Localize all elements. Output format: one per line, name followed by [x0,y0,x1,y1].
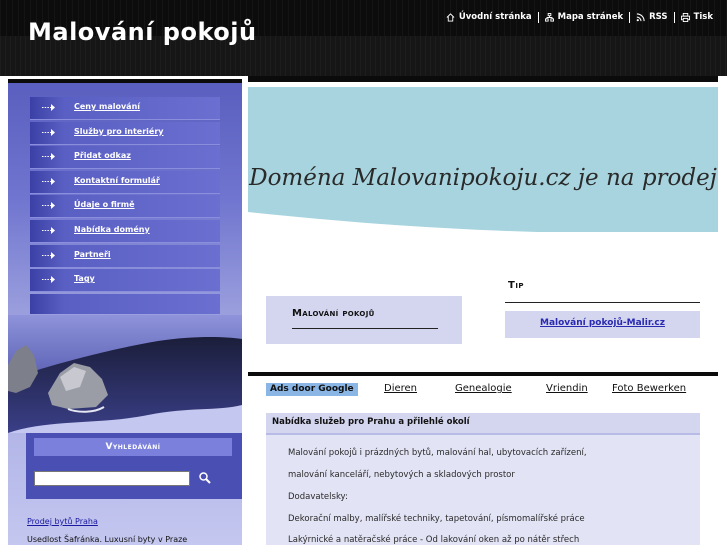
sitemap-icon [544,13,554,22]
google-ads-row: Ads door Google Dieren Genealogie Vriend… [266,383,706,397]
site-name-title: Malování pokojů [292,308,375,319]
search-panel: Vyhledávání [26,433,242,499]
nav-item-partneri[interactable]: Partneři [30,244,220,268]
tip-divider [505,302,700,303]
nav-link-ceny-malovani[interactable]: Ceny malování [74,102,140,111]
promo-text: Usedlost Šafránka. Luxusní byty v Praze [27,535,188,544]
nav-link-sluzby[interactable]: Služby pro interiéry [74,127,164,136]
services-line: malování kanceláří, nebytových a skladov… [288,470,515,480]
nav-item-nabidka-domeny[interactable]: Nabídka domény [30,219,220,243]
top-links: Úvodní stránka Mapa stránek RSS Tisk [440,12,719,23]
arrow-right-icon [42,153,55,161]
arrow-right-icon [42,128,55,136]
services-line: Dekorační malby, malířské techniky, tape… [288,514,585,524]
banner-wave-shape [248,87,718,232]
content-top-divider [248,76,718,82]
nav-link-nabidka-domeny[interactable]: Nabídka domény [74,225,150,234]
search-title: Vyhledávání [34,438,232,456]
domain-sale-banner: Doména Malovanipokoju.cz je na prodej [248,87,718,232]
banner-text: Doména Malovanipokoju.cz je na prodej [249,165,717,191]
site-name-box: Malování pokojů [266,296,462,344]
services-body: Malování pokojů i prázdných bytů, malová… [266,435,700,545]
sidebar-nav: Ceny malování Služby pro interiéry Přida… [30,97,220,314]
nav-item-ceny-malovani[interactable]: Ceny malování [30,97,220,120]
ad-link-dieren[interactable]: Dieren [384,383,417,394]
services-line: Lakýrnické a natěračské práce - Od lakov… [288,535,580,545]
tip-title: Tip [508,280,525,291]
ads-label[interactable]: Ads door Google [266,383,358,396]
toplink-sitemap[interactable]: Mapa stránek [537,12,630,23]
toplink-home[interactable]: Úvodní stránka [440,12,538,23]
nav-link-tagy[interactable]: Tagy [74,274,95,283]
arrow-right-icon [42,251,55,259]
nav-link-udaje[interactable]: Údaje o firmě [74,200,135,209]
nav-link-partneri[interactable]: Partneři [74,250,111,259]
content-divider [248,372,718,376]
arrow-right-icon [42,226,55,234]
nav-item-udaje[interactable]: Údaje o firmě [30,195,220,219]
nav-spacer [30,293,220,314]
toplink-print-label: Tisk [693,12,713,22]
rss-icon [636,13,645,22]
arrow-right-icon [42,104,55,111]
arrow-right-icon [42,202,55,210]
home-icon [446,13,455,22]
services-line: Dodavatelsky: [288,492,348,502]
services-heading: Nabídka služeb pro Prahu a přilehlé okol… [272,417,470,427]
toplink-print[interactable]: Tisk [673,12,719,23]
search-icon[interactable] [198,471,212,485]
toplink-sitemap-label: Mapa stránek [557,12,624,22]
print-icon [680,13,690,22]
services-line: Malování pokojů i prázdných bytů, malová… [288,448,587,458]
arrow-right-icon [42,177,55,185]
nav-item-tagy[interactable]: Tagy [30,269,220,293]
tip-box: Malování pokojů-Malir.cz [505,311,700,338]
site-name-underline [292,328,438,329]
ad-link-vriendin[interactable]: Vriendin [546,383,588,394]
toplink-rss-label: RSS [649,12,668,22]
nav-item-pridat-odkaz[interactable]: Přidat odkaz [30,146,220,170]
sidebar: Ceny malování Služby pro interiéry Přida… [8,83,242,545]
nav-item-sluzby[interactable]: Služby pro interiéry [30,121,220,145]
promo-link[interactable]: Prodej bytů Praha [27,517,98,526]
toplink-rss[interactable]: RSS [629,12,673,23]
sea-rocks-image [8,315,242,433]
toplink-home-label: Úvodní stránka [458,12,532,22]
site-title: Malování pokojů [28,18,257,46]
arrow-right-icon [42,276,55,284]
search-input[interactable] [34,471,190,486]
site-header: Malování pokojů Úvodní stránka Mapa strá… [0,0,727,76]
nav-link-pridat-odkaz[interactable]: Přidat odkaz [74,151,131,160]
nav-item-kontakt[interactable]: Kontaktní formulář [30,170,220,194]
tip-link[interactable]: Malování pokojů-Malir.cz [505,318,700,328]
ad-link-genealogie[interactable]: Genealogie [455,383,512,394]
ad-link-foto-bewerken[interactable]: Foto Bewerken [612,383,686,394]
services-heading-bar: Nabídka služeb pro Prahu a přilehlé okol… [266,413,700,435]
nav-link-kontakt[interactable]: Kontaktní formulář [74,176,160,185]
